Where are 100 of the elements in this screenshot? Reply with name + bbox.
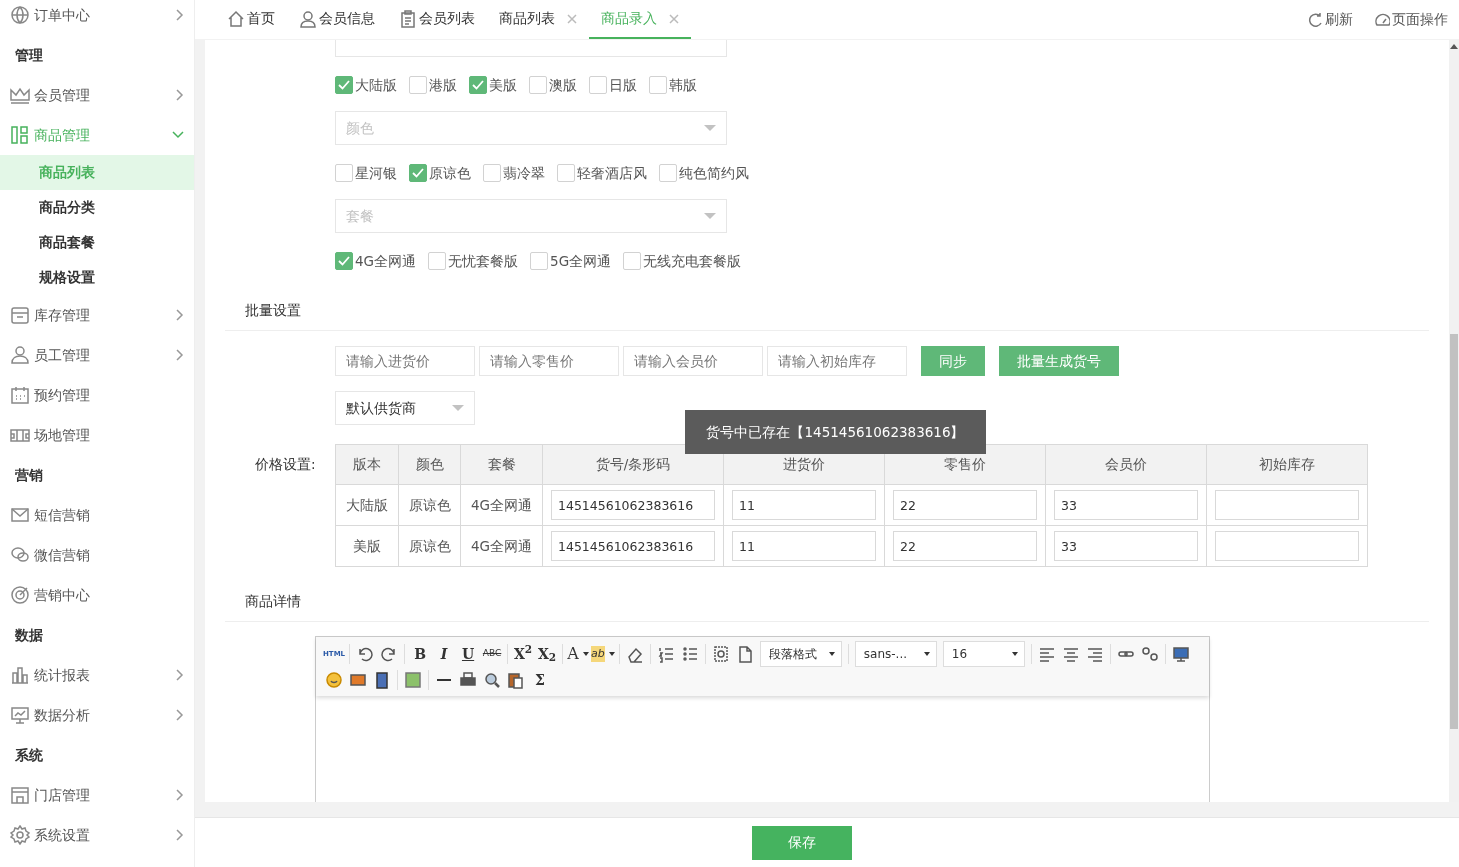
toolbar-button[interactable]: B: [409, 643, 432, 665]
checkbox[interactable]: 星河银: [335, 162, 397, 184]
sidebar-item[interactable]: 门店管理: [0, 775, 194, 815]
input-field[interactable]: 22: [893, 490, 1037, 520]
input-field[interactable]: [1215, 531, 1359, 561]
tab[interactable]: 首页: [215, 0, 287, 39]
toolbar-button[interactable]: X$_{2}$: [536, 643, 559, 665]
toolbar-button[interactable]: ABC: [481, 643, 504, 665]
undo-icon[interactable]: [356, 645, 375, 663]
refresh-icon: [1308, 12, 1323, 27]
submenu-item[interactable]: 商品分类: [0, 190, 194, 225]
sidebar-item[interactable]: 预约管理: [0, 375, 194, 415]
box-icon: [10, 305, 30, 325]
checkbox[interactable]: 轻奢酒店风: [557, 162, 647, 184]
submenu-item[interactable]: 规格设置: [0, 260, 194, 295]
table-cell: 大陆版: [335, 484, 399, 526]
input-field[interactable]: 14514561062383616: [551, 531, 715, 561]
align-left-icon[interactable]: [1037, 645, 1056, 663]
sidebar-item[interactable]: 短信营销: [0, 495, 194, 535]
sidebar-item[interactable]: 微信营销: [0, 535, 194, 575]
sidebar-item[interactable]: 会员管理: [0, 75, 194, 115]
sidebar-item[interactable]: 场地管理: [0, 415, 194, 455]
sidebar-item[interactable]: 库存管理: [0, 295, 194, 335]
sidebar-item[interactable]: 数据分析: [0, 695, 194, 735]
column-header: 初始库存: [1206, 444, 1368, 485]
input-field[interactable]: 请输入零售价: [479, 346, 619, 376]
align-right-icon[interactable]: [1085, 645, 1104, 663]
format-select[interactable]: 段落格式: [759, 641, 842, 667]
checkbox[interactable]: 韩版: [649, 74, 697, 96]
target-icon: [10, 585, 30, 605]
section-heading: 商品详情: [244, 591, 302, 611]
zoom-icon[interactable]: [483, 671, 501, 689]
table-cell: 原谅色: [398, 525, 461, 567]
grid-icon: [10, 125, 30, 145]
input-field[interactable]: 11: [732, 490, 876, 520]
checkbox[interactable]: 翡冷翠: [483, 162, 545, 184]
format-select[interactable]: 16: [942, 641, 1025, 667]
sidebar-item[interactable]: 统计报表: [0, 655, 194, 695]
numbered-list-icon[interactable]: [656, 645, 675, 663]
image-icon[interactable]: [349, 671, 367, 689]
toolbar-button[interactable]: U: [457, 643, 480, 665]
submenu-item[interactable]: 商品套餐: [0, 225, 194, 260]
toolbar-link[interactable]: 页面操作: [1364, 0, 1459, 39]
bullet-list-icon[interactable]: [680, 645, 699, 663]
checkbox[interactable]: 大陆版: [335, 74, 397, 96]
paste-icon[interactable]: [507, 671, 525, 689]
checkbox[interactable]: 4G全网通: [335, 250, 417, 272]
close-icon: [669, 13, 679, 24]
input-field[interactable]: [1215, 490, 1359, 520]
column-header: 会员价: [1045, 444, 1207, 485]
sidebar-item[interactable]: 营销中心: [0, 575, 194, 615]
monitor-icon[interactable]: [1171, 645, 1190, 663]
format-select[interactable]: sans-...: [854, 641, 937, 667]
film-icon[interactable]: [373, 671, 391, 689]
checkbox[interactable]: 5G全网通: [530, 250, 612, 272]
sidebar-item[interactable]: 员工管理: [0, 335, 194, 375]
input-field[interactable]: 22: [893, 531, 1037, 561]
monitor-icon: [10, 705, 30, 725]
input-field[interactable]: 请输入初始库存: [767, 346, 907, 376]
check-icon: [472, 80, 484, 90]
supplier-select[interactable]: 默认供货商: [335, 391, 475, 425]
tab[interactable]: 会员列表: [387, 0, 487, 39]
input-field[interactable]: 请输入会员价: [623, 346, 763, 376]
checkbox[interactable]: 港版: [409, 74, 457, 96]
input-field[interactable]: 33: [1054, 531, 1198, 561]
toolbar-button[interactable]: Σ: [529, 669, 551, 691]
align-center-icon[interactable]: [1061, 645, 1080, 663]
table-cell: 4G全网通: [460, 525, 543, 567]
chat-icon: [10, 545, 30, 565]
sidebar-item[interactable]: 订单中心: [0, 0, 194, 35]
check-icon: [338, 256, 350, 266]
tab[interactable]: 会员信息: [287, 0, 387, 39]
unlink-icon[interactable]: [1140, 645, 1159, 663]
tab[interactable]: 商品列表: [487, 0, 589, 39]
checkbox[interactable]: 澳版: [529, 74, 577, 96]
checkbox[interactable]: 原谅色: [409, 162, 471, 184]
column-header: 颜色: [398, 444, 461, 485]
emoji-icon[interactable]: [325, 671, 343, 689]
checkbox[interactable]: 无线充电套餐版: [623, 250, 742, 272]
toolbar-button[interactable]: ab: [591, 643, 615, 665]
anchor-icon[interactable]: [711, 645, 730, 663]
checkbox[interactable]: 无忧套餐版: [428, 250, 519, 272]
checkbox[interactable]: 纯色简约风: [659, 162, 749, 184]
eraser-icon[interactable]: [625, 645, 644, 663]
toolbar-link[interactable]: 刷新: [1297, 0, 1364, 39]
gear-icon: [10, 825, 30, 845]
input-field[interactable]: 11: [732, 531, 876, 561]
input-field[interactable]: 33: [1054, 490, 1198, 520]
input-field[interactable]: 请输入进货价: [335, 346, 475, 376]
toolbar-button[interactable]: I: [433, 643, 456, 665]
input-field[interactable]: 14514561062383616: [551, 490, 715, 520]
print-icon[interactable]: [459, 671, 477, 689]
sidebar-item[interactable]: 系统设置: [0, 815, 194, 855]
checkbox[interactable]: 日版: [589, 74, 637, 96]
toolbar-button[interactable]: X$^{2}$: [512, 643, 535, 665]
checkbox[interactable]: 美版: [469, 74, 517, 96]
home-icon: [227, 9, 245, 28]
tooltip: 货号中已存在【14514561062383616】: [685, 410, 986, 454]
mail-icon: [10, 505, 30, 525]
picture-icon[interactable]: [404, 671, 422, 689]
